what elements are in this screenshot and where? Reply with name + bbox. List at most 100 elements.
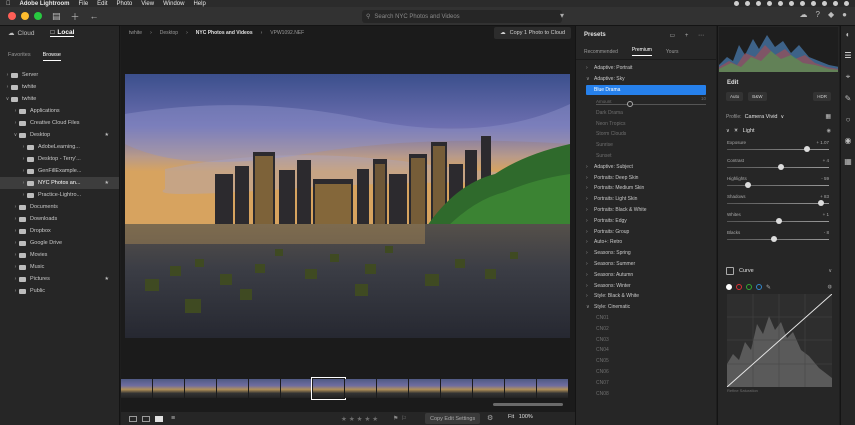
folder-tree-item[interactable]: › Creative Cloud Files <box>0 117 119 129</box>
grid-view-icon[interactable] <box>129 415 137 422</box>
chevron-right-icon[interactable]: › <box>12 276 19 282</box>
chevron-right-icon[interactable]: › <box>20 156 27 162</box>
chevron-right-icon[interactable]: › <box>20 180 27 186</box>
status-icon[interactable] <box>767 1 772 6</box>
preset-group[interactable]: › Portraits: Black & White <box>576 205 716 216</box>
slider-value[interactable]: - 59 <box>821 176 829 181</box>
preset-item[interactable]: CN08 <box>576 388 716 399</box>
chevron-right-icon[interactable]: › <box>12 288 19 294</box>
filter-icon[interactable]: ▾ <box>560 11 564 20</box>
folder-tree-item[interactable]: › GenFillExample... <box>0 165 119 177</box>
zoom-control[interactable]: Fit 100% <box>508 414 533 420</box>
preset-group[interactable]: › Auto+: Retro <box>576 237 716 248</box>
curve-options-icon[interactable]: ◍ <box>828 284 832 290</box>
status-icon[interactable] <box>833 1 838 6</box>
preset-item[interactable]: CN02 <box>576 323 716 334</box>
breadcrumb-item[interactable]: twhite <box>129 30 142 36</box>
minimize-window-button[interactable] <box>21 12 29 20</box>
chevron-right-icon[interactable]: › <box>12 228 19 234</box>
tab-cloud[interactable]: ☁ Cloud <box>8 29 34 38</box>
chevron-right-icon[interactable]: › <box>20 168 27 174</box>
folder-tree-item[interactable]: › AdobeLearning... <box>0 141 119 153</box>
filmstrip-thumbnail[interactable] <box>505 378 536 398</box>
chevron-down-icon[interactable]: ∨ <box>780 114 784 120</box>
tab-yours[interactable]: Yours <box>666 49 679 55</box>
chevron-right-icon[interactable]: › <box>12 204 19 210</box>
profile-select[interactable]: Camera Vivid <box>745 114 778 120</box>
filmstrip-thumbnail[interactable] <box>377 378 408 398</box>
folder-tree-item[interactable]: › NYC Photos an... ★ <box>0 177 119 189</box>
tab-browse[interactable]: Browse <box>42 52 61 61</box>
tab-favorites[interactable]: Favorites <box>8 52 31 63</box>
filmstrip-thumbnail[interactable] <box>249 378 280 398</box>
detail-view-icon[interactable] <box>155 415 163 422</box>
filmstrip-thumbnail[interactable] <box>311 376 346 400</box>
channel-red[interactable] <box>736 284 742 290</box>
folder-tree-item[interactable]: › Pictures ★ <box>0 273 119 285</box>
filmstrip-thumbnail[interactable] <box>121 378 152 398</box>
preset-item[interactable]: CN04 <box>576 345 716 356</box>
status-icon[interactable] <box>844 1 849 6</box>
square-grid-icon[interactable] <box>142 415 150 422</box>
auto-button[interactable]: Auto <box>726 92 744 101</box>
zoom-window-button[interactable] <box>34 12 42 20</box>
hdr-button[interactable]: HDR <box>813 92 831 101</box>
light-section-header[interactable]: ∨ ☀ Light ◉ <box>718 123 839 139</box>
menu-edit[interactable]: Edit <box>97 1 107 7</box>
slider-value[interactable]: + 1 <box>823 212 829 217</box>
eye-icon[interactable]: ◉ <box>827 128 831 134</box>
status-icon[interactable] <box>822 1 827 6</box>
preset-item[interactable]: Dark Drama <box>576 107 716 118</box>
preset-group[interactable]: › Style: Black & White <box>576 291 716 302</box>
masking-icon[interactable]: ○ <box>846 115 851 124</box>
healing-icon[interactable]: ✎ <box>845 94 852 103</box>
slider-knob[interactable] <box>817 200 824 206</box>
chevron-down-icon[interactable]: ∨ <box>12 132 19 138</box>
slider-knob[interactable] <box>775 218 782 224</box>
back-arrow-icon[interactable]: ← <box>90 11 99 21</box>
notifications-icon[interactable]: ◆ <box>828 10 834 19</box>
menu-window[interactable]: Window <box>163 1 184 7</box>
preset-group[interactable]: › Portraits: Medium Skin <box>576 183 716 194</box>
filmstrip-thumbnail[interactable] <box>281 378 312 398</box>
preset-group[interactable]: › Seasons: Summer <box>576 259 716 270</box>
status-icon[interactable] <box>800 1 805 6</box>
filmstrip-scrollbar[interactable] <box>493 403 563 406</box>
status-icon[interactable] <box>745 1 750 6</box>
channel-green[interactable] <box>746 284 752 290</box>
circle-edit-icon[interactable]: ◐ <box>846 30 851 39</box>
star-icon[interactable]: ★ <box>105 132 109 138</box>
folder-tree-item[interactable]: › Server <box>0 69 119 81</box>
status-icon[interactable] <box>811 1 816 6</box>
channel-blue[interactable] <box>756 284 762 290</box>
chevron-right-icon[interactable]: › <box>12 216 19 222</box>
star-icon[interactable]: ★ <box>105 180 109 186</box>
preset-item[interactable]: CN01 <box>576 313 716 324</box>
folder-tree-item[interactable]: › Movies <box>0 249 119 261</box>
menu-file[interactable]: File <box>79 1 89 7</box>
gear-icon[interactable]: ⚙ <box>487 414 493 422</box>
preset-group[interactable]: › Seasons: Spring <box>576 248 716 259</box>
folder-tree-item[interactable]: › twhite <box>0 81 119 93</box>
folder-tree-item[interactable]: › Practice-Lightro... <box>0 189 119 201</box>
edit-sliders-icon[interactable]: ☰ <box>844 51 851 60</box>
filmstrip-thumbnail[interactable] <box>473 378 504 398</box>
preset-item[interactable]: CN03 <box>576 334 716 345</box>
preset-group[interactable]: › Portraits: Group <box>576 226 716 237</box>
status-icon[interactable] <box>734 1 739 6</box>
channel-rgb[interactable] <box>726 284 732 290</box>
filmstrip-thumbnail[interactable] <box>345 378 376 398</box>
slider-track[interactable] <box>727 185 829 186</box>
folder-tree-item[interactable]: › Music <box>0 261 119 273</box>
chevron-right-icon[interactable]: › <box>20 144 27 150</box>
folder-tree-item[interactable]: › Documents <box>0 201 119 213</box>
menu-photo[interactable]: Photo <box>117 1 133 7</box>
preset-group[interactable]: › Portraits: Deep Skin <box>576 172 716 183</box>
account-icon[interactable]: ● <box>842 10 847 19</box>
tab-recommended[interactable]: Recommended <box>584 49 618 55</box>
preset-group[interactable]: › Adaptive: Portrait <box>576 63 716 74</box>
curve-section-header[interactable]: Curve ∨ <box>718 265 840 277</box>
preset-group[interactable]: › Portraits: Edgy <box>576 215 716 226</box>
breadcrumb-item[interactable]: NYC Photos and Videos <box>196 30 253 36</box>
slider-knob[interactable] <box>744 182 751 188</box>
